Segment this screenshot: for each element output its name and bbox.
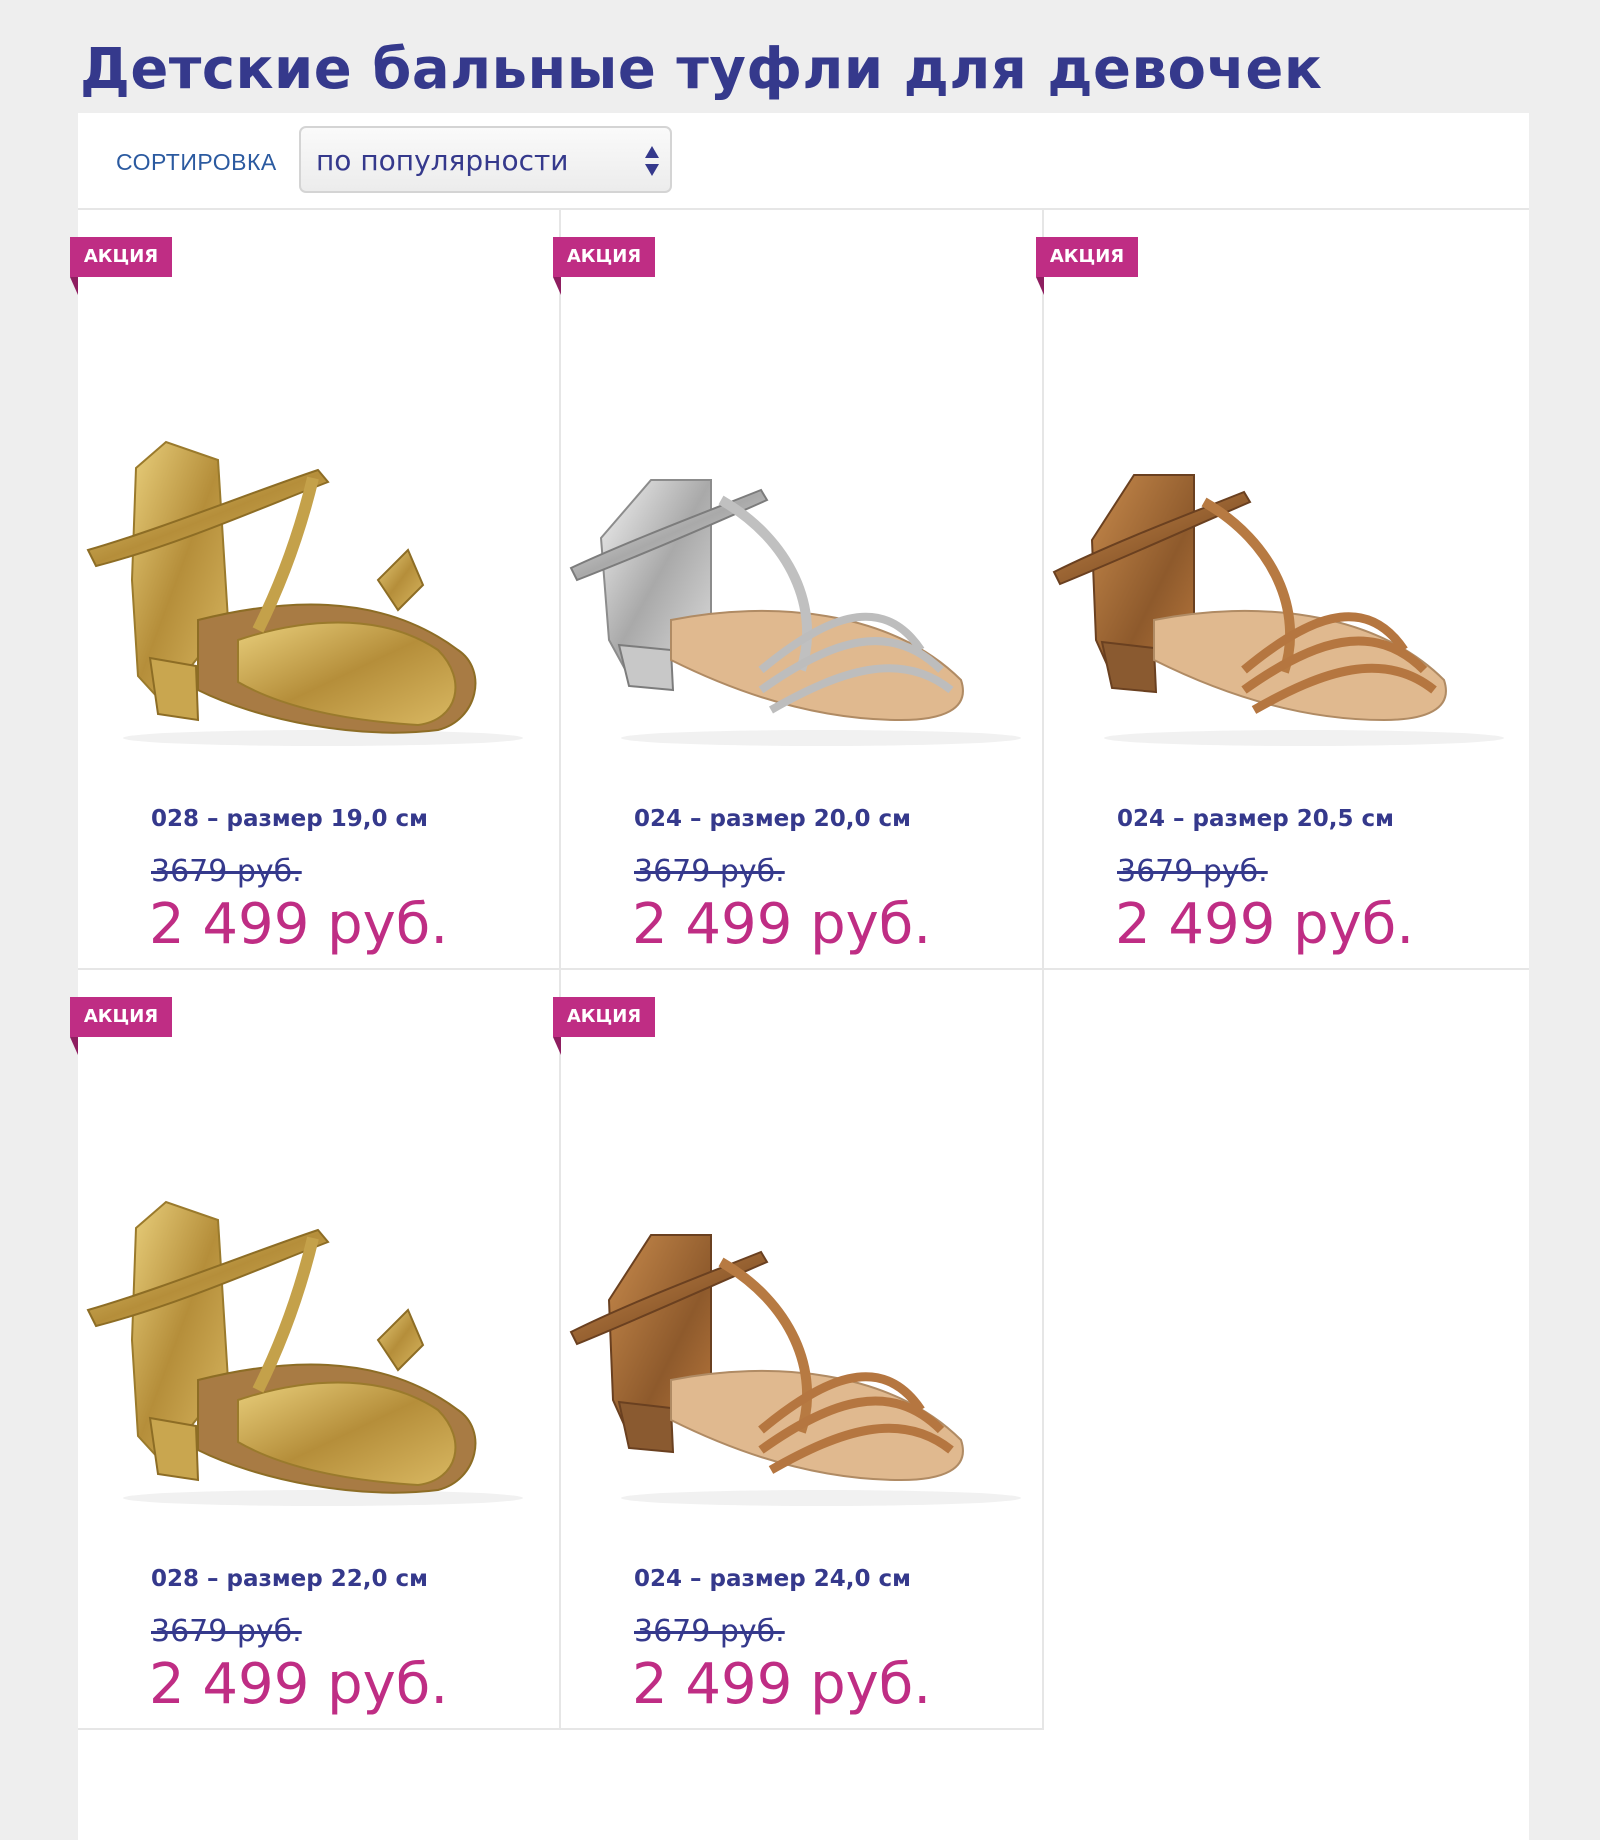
- sale-badge: АКЦИЯ: [70, 997, 172, 1037]
- product-card[interactable]: АКЦИЯ 024 – размер 24,0 см 3679 руб. 2 4…: [553, 970, 1044, 1730]
- product-name[interactable]: 024 – размер 20,0 см: [634, 806, 911, 832]
- product-card[interactable]: АКЦИЯ 024 – размер 20,0 см 3679 руб. 2 4…: [553, 210, 1044, 970]
- badge-fold: [1036, 277, 1044, 295]
- product-card[interactable]: АКЦИЯ 028 – размер 19,0 см 3679 руб. 2 4…: [70, 210, 561, 970]
- sale-badge: АКЦИЯ: [1036, 237, 1138, 277]
- product-card[interactable]: АКЦИЯ 028 – размер 22,0 см 3679 руб. 2 4…: [70, 970, 561, 1730]
- old-price: 3679 руб.: [634, 1614, 785, 1649]
- old-price: 3679 руб.: [151, 854, 302, 889]
- gold-sandal-icon[interactable]: [78, 1180, 561, 1510]
- sale-badge: АКЦИЯ: [553, 237, 655, 277]
- catalog-panel: СОРТИРОВКА по популярности АКЦИЯ 028 – р…: [70, 113, 1529, 1840]
- sale-price: 2 499 руб.: [149, 892, 449, 957]
- select-arrows-icon: [644, 144, 660, 178]
- sale-price: 2 499 руб.: [632, 892, 932, 957]
- sale-price: 2 499 руб.: [632, 1652, 932, 1717]
- sale-price: 2 499 руб.: [149, 1652, 449, 1717]
- sale-badge: АКЦИЯ: [70, 237, 172, 277]
- badge-fold: [70, 1037, 78, 1055]
- old-price: 3679 руб.: [634, 854, 785, 889]
- product-card[interactable]: АКЦИЯ 024 – размер 20,5 см 3679 руб. 2 4…: [1036, 210, 1529, 970]
- silver-sandal-icon[interactable]: [561, 420, 1044, 750]
- sale-badge: АКЦИЯ: [553, 997, 655, 1037]
- sort-select[interactable]: по популярности: [299, 126, 672, 193]
- sale-price: 2 499 руб.: [1115, 892, 1415, 957]
- product-name[interactable]: 028 – размер 19,0 см: [151, 806, 428, 832]
- badge-fold: [553, 1037, 561, 1055]
- old-price: 3679 руб.: [151, 1614, 302, 1649]
- tan-sandal-icon[interactable]: [1044, 420, 1527, 750]
- sort-select-value: по популярности: [316, 144, 569, 177]
- badge-fold: [70, 277, 78, 295]
- product-name[interactable]: 024 – размер 20,5 см: [1117, 806, 1394, 832]
- gold-sandal-icon[interactable]: [78, 420, 561, 750]
- product-name[interactable]: 028 – размер 22,0 см: [151, 1566, 428, 1592]
- page-title: Детские бальные туфли для девочек: [80, 37, 1323, 102]
- sort-bar: СОРТИРОВКА по популярности: [78, 113, 1529, 210]
- product-name[interactable]: 024 – размер 24,0 см: [634, 1566, 911, 1592]
- old-price: 3679 руб.: [1117, 854, 1268, 889]
- sort-label: СОРТИРОВКА: [116, 149, 277, 175]
- tan-sandal-icon[interactable]: [561, 1180, 1044, 1510]
- badge-fold: [553, 277, 561, 295]
